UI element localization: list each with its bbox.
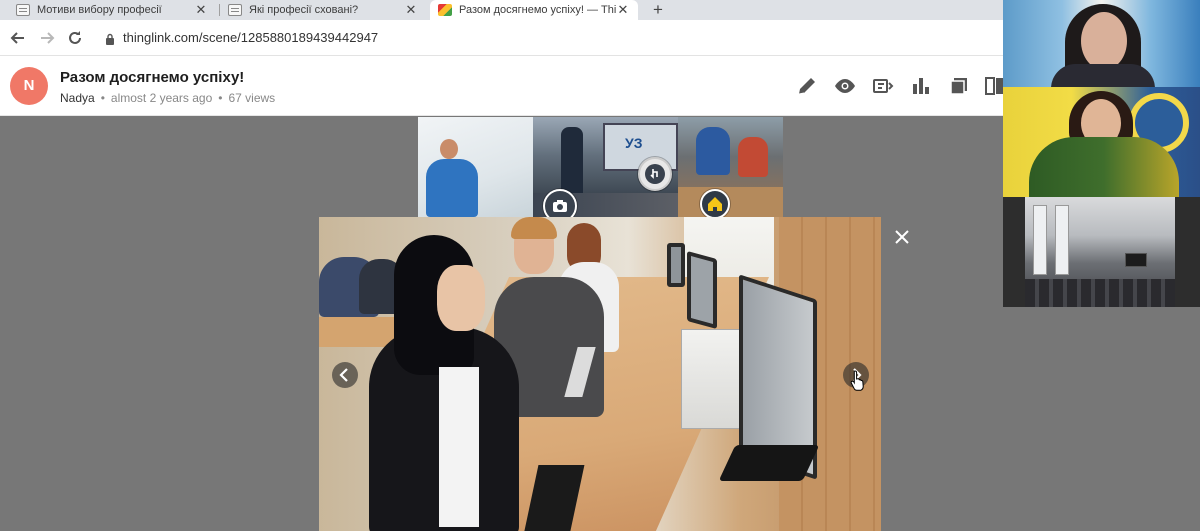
previous-image-button[interactable]	[332, 362, 358, 388]
camera-hotspot-icon[interactable]	[543, 189, 577, 217]
new-tab-button[interactable]: +	[648, 0, 668, 20]
scene-background-image: УЗ	[418, 117, 783, 217]
scene-meta: Nadya • almost 2 years ago • 67 views	[60, 91, 275, 105]
scene-title: Разом досягнемо успіху!	[60, 69, 245, 86]
address-bar[interactable]: thinglink.com/scene/1285880189439442947	[123, 30, 378, 45]
student-2-hair	[511, 217, 557, 239]
monitor-middle	[687, 250, 717, 330]
back-arrow-icon[interactable]	[8, 28, 28, 48]
floor	[678, 187, 783, 217]
edit-icon[interactable]	[795, 74, 819, 98]
thinglink-favicon-icon	[438, 4, 452, 16]
tab-profesii[interactable]: Які професії сховані? ✕	[220, 0, 426, 20]
scene-date: almost 2 years ago	[110, 91, 213, 105]
screen	[1125, 253, 1147, 267]
home-hotspot-icon[interactable]	[700, 189, 730, 217]
tab-title: Мотиви вибору професії	[37, 4, 162, 16]
tab-motyvy[interactable]: Мотиви вибору професії ✕	[8, 0, 216, 20]
presentation-favicon-icon	[16, 4, 30, 16]
video-tile-2[interactable]	[1003, 87, 1200, 197]
student-1-shirt	[439, 367, 479, 527]
more-icon[interactable]	[983, 74, 1005, 98]
meta-separator: •	[218, 91, 223, 105]
stats-icon[interactable]	[909, 74, 933, 98]
touch-hotspot-icon[interactable]	[638, 157, 672, 191]
train-logo: УЗ	[625, 135, 643, 151]
meta-separator: •	[100, 91, 105, 105]
lightbox-photo	[319, 217, 881, 531]
monitor-stand	[718, 445, 820, 481]
scene-actions	[795, 74, 1005, 98]
author-link[interactable]: Nadya	[60, 91, 95, 105]
tab-close-icon[interactable]: ✕	[404, 2, 418, 18]
audience	[1025, 279, 1175, 307]
hand-cursor-icon	[850, 369, 866, 391]
participant-body	[1051, 64, 1155, 87]
railway-worker	[561, 127, 583, 193]
forward-arrow-icon[interactable]	[37, 28, 57, 48]
reload-icon[interactable]	[65, 28, 85, 48]
view-count: 67 views	[228, 91, 276, 105]
builder-2	[738, 137, 768, 177]
tab-title: Які професії сховані?	[249, 4, 359, 16]
video-area-empty	[1003, 307, 1200, 531]
lock-icon[interactable]	[105, 32, 115, 45]
tab-title: Разом досягнемо успіху! — ThingLink	[459, 4, 616, 16]
tab-thinglink[interactable]: Разом досягнемо успіху! — ThingLink ✕	[430, 0, 638, 20]
video-tile-3[interactable]	[1003, 197, 1200, 307]
window	[1033, 205, 1047, 275]
avatar[interactable]: N	[10, 67, 48, 105]
builder-1	[696, 127, 730, 175]
browser-toolbar: thinglink.com/scene/1285880189439442947	[0, 20, 1005, 56]
copy-icon[interactable]	[947, 74, 971, 98]
builders-photo	[678, 117, 783, 217]
window	[1055, 205, 1069, 275]
preview-icon[interactable]	[833, 74, 857, 98]
tab-close-icon[interactable]: ✕	[616, 2, 630, 18]
painter-head	[440, 139, 458, 159]
monitor-far	[667, 243, 685, 287]
chevron-left-icon	[339, 368, 348, 382]
video-tile-1[interactable]	[1003, 0, 1200, 87]
lightbox-close-icon[interactable]	[893, 228, 911, 246]
share-icon[interactable]	[871, 74, 895, 98]
tab-close-icon[interactable]: ✕	[194, 2, 208, 18]
presentation-favicon-icon	[228, 4, 242, 16]
scene-header: N Разом досягнемо успіху! Nadya • almost 2…	[0, 56, 1005, 116]
student-1-face	[437, 265, 485, 331]
painter-body	[426, 159, 478, 217]
participant-face	[1081, 12, 1127, 70]
participant-body	[1029, 137, 1179, 197]
painter-photo	[418, 117, 533, 217]
